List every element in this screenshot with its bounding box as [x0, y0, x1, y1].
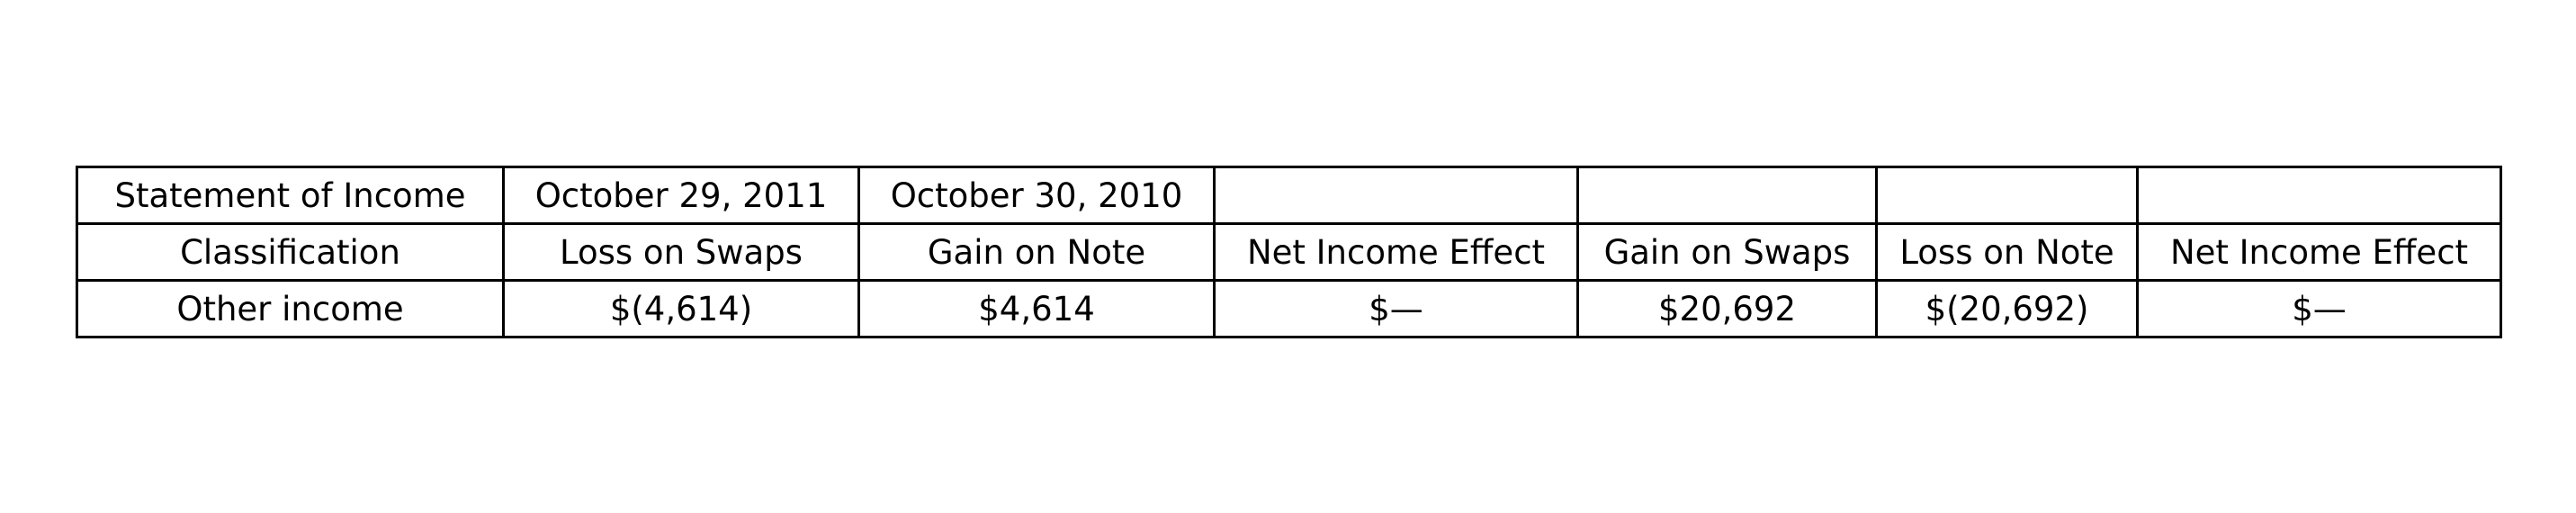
- table-cell: Loss on Note: [1875, 222, 2139, 282]
- income-statement-table: Statement of Income October 29, 2011 Oct…: [76, 166, 2502, 338]
- table-cell: $(20,692): [1875, 279, 2139, 338]
- table-cell: Classification: [76, 222, 505, 282]
- table-cell: Net Income Effect: [2136, 222, 2502, 282]
- table-cell: Gain on Note: [857, 222, 1216, 282]
- table-cell: October 30, 2010: [857, 166, 1216, 225]
- table-cell: [1213, 166, 1579, 225]
- table-cell: Net Income Effect: [1213, 222, 1579, 282]
- table-cell: $—: [2136, 279, 2502, 338]
- table-cell: [2136, 166, 2502, 225]
- table-cell: $4,614: [857, 279, 1216, 338]
- table-cell: Loss on Swaps: [502, 222, 860, 282]
- table-cell: October 29, 2011: [502, 166, 860, 225]
- table-cell: [1576, 166, 1878, 225]
- table-cell: Gain on Swaps: [1576, 222, 1878, 282]
- table-cell: Other income: [76, 279, 505, 338]
- table-cell: $—: [1213, 279, 1579, 338]
- table-cell: $(4,614): [502, 279, 860, 338]
- table-cell: [1875, 166, 2139, 225]
- table-row: Other income $(4,614) $4,614 $— $20,692 …: [76, 279, 2502, 338]
- income-table-container: Statement of Income October 29, 2011 Oct…: [76, 166, 2502, 338]
- table-cell: Statement of Income: [76, 166, 505, 225]
- table-row: Classification Loss on Swaps Gain on Not…: [76, 222, 2502, 282]
- table-cell: $20,692: [1576, 279, 1878, 338]
- table-row: Statement of Income October 29, 2011 Oct…: [76, 166, 2502, 225]
